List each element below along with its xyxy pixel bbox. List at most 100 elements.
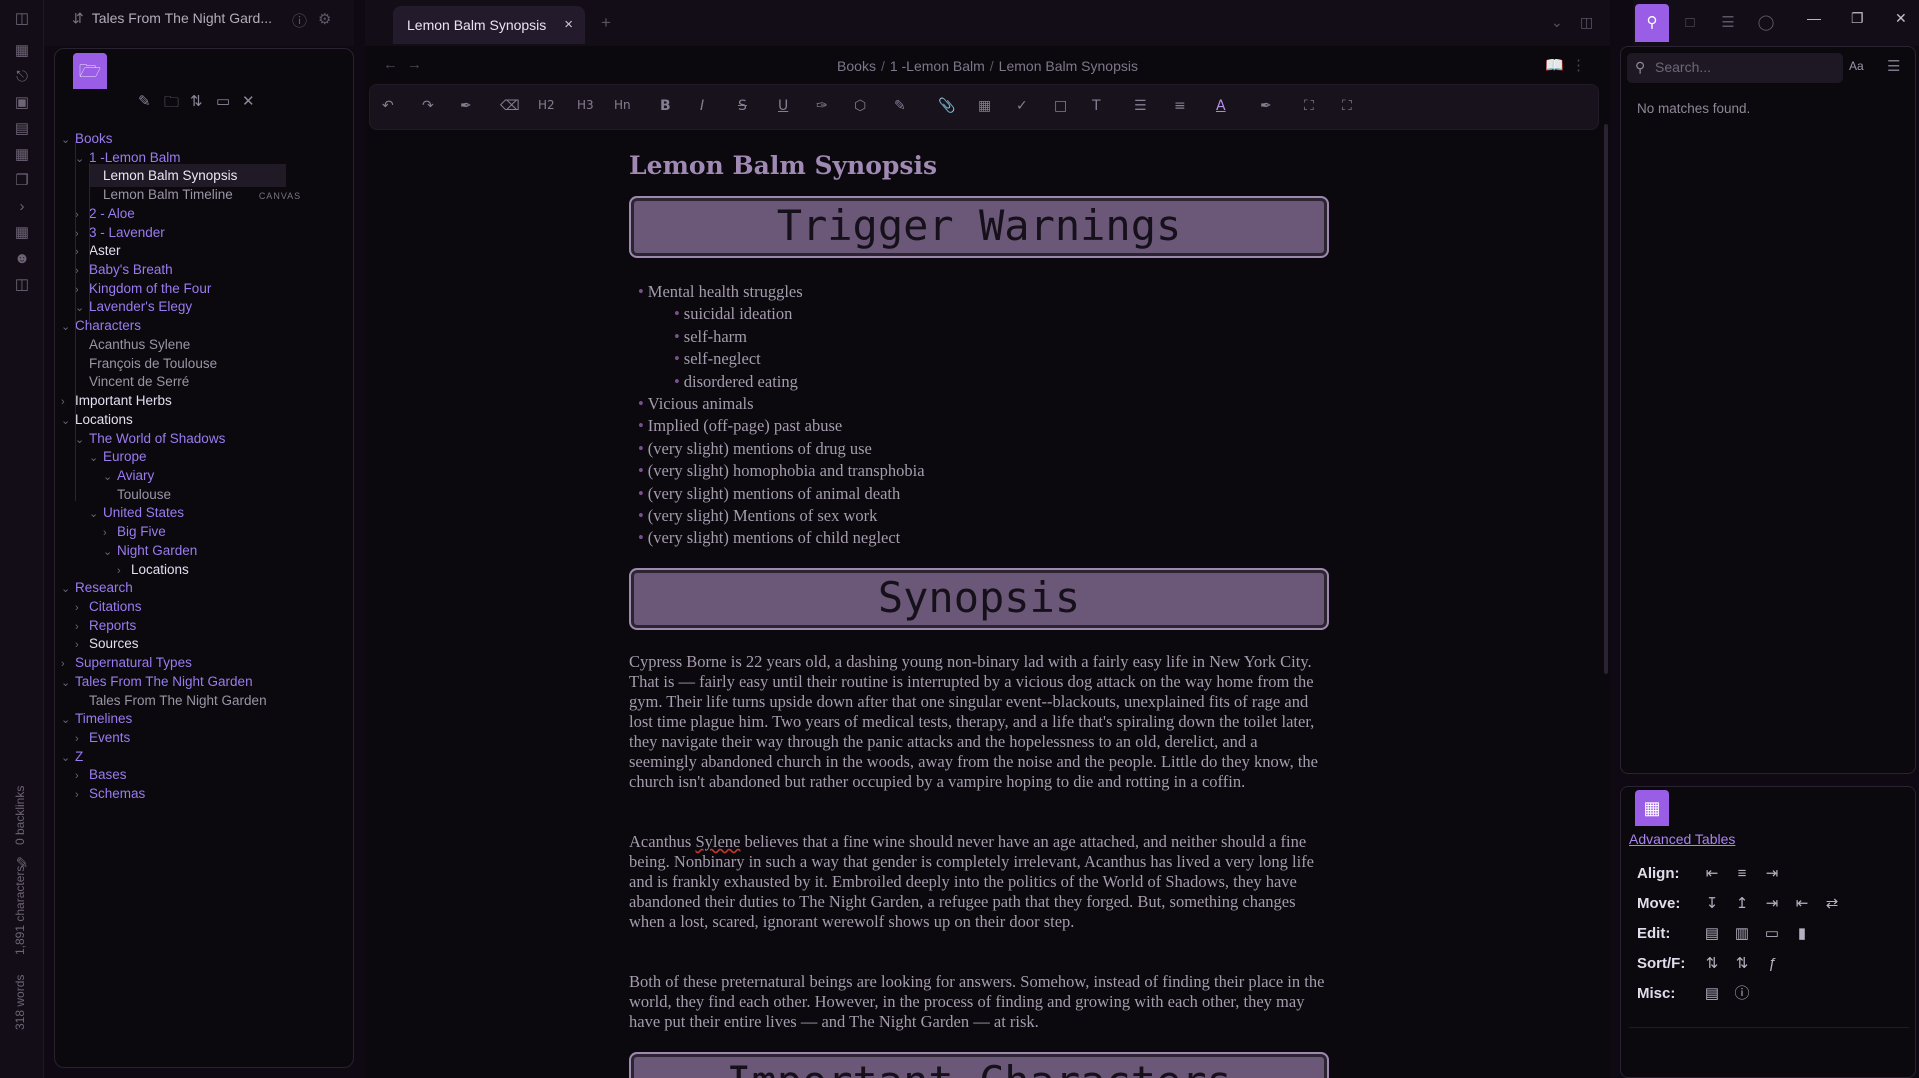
eraser-icon[interactable]: ⌫ — [500, 98, 520, 114]
highlight-pen-icon[interactable]: ✑ — [816, 98, 828, 114]
edit-label: Edit: — [1637, 925, 1671, 942]
window-close-icon[interactable]: ✕ — [1895, 10, 1907, 27]
font-color-button[interactable]: A — [1216, 98, 1226, 114]
move-row-up-icon[interactable]: ↥ — [1731, 893, 1753, 915]
undo-icon[interactable]: ↶ — [382, 98, 394, 114]
editor-scrollbar[interactable] — [1604, 124, 1608, 674]
export-csv-icon[interactable]: ▤ — [1701, 983, 1723, 1005]
table-icon[interactable]: ▦ — [13, 224, 31, 242]
bold-button[interactable]: B — [660, 98, 671, 114]
heading-2-button[interactable]: H2 — [538, 98, 555, 112]
delete-row-icon[interactable]: ▭ — [1761, 923, 1783, 945]
graph-view-icon[interactable]: ⎋ — [13, 68, 31, 86]
tags-icon[interactable]: ◯ — [1749, 4, 1783, 42]
more-options-icon[interactable]: ⋮ — [1571, 56, 1586, 74]
match-case-toggle[interactable]: Aa — [1849, 59, 1864, 73]
background-color-icon[interactable]: ✒ — [1260, 98, 1272, 114]
daily-note-icon[interactable]: ▤ — [13, 120, 31, 138]
heading-3-button[interactable]: H3 — [577, 98, 594, 112]
insert-column-icon[interactable]: ▥ — [1731, 923, 1753, 945]
block-icon[interactable]: ⬡ — [854, 98, 866, 114]
collapse-view-icon[interactable]: ▭ — [216, 92, 230, 110]
tree-folder[interactable]: › Events — [75, 726, 130, 749]
collapse-all-icon[interactable]: ✕ — [242, 92, 255, 110]
folder-icon[interactable]: 🗁 — [73, 53, 107, 89]
search-settings-icon[interactable]: ☰ — [1887, 57, 1900, 75]
callout-icon[interactable]: □ — [1054, 98, 1067, 114]
heading-n-button[interactable]: Hn — [614, 98, 631, 112]
warning-list-item: • self-neglect — [674, 349, 761, 369]
align-right-icon[interactable]: ⇥ — [1761, 863, 1783, 885]
bookmark-icon[interactable]: □ — [1673, 4, 1707, 42]
insert-row-icon[interactable]: ▤ — [1701, 923, 1723, 945]
canvas-icon[interactable]: ▣ — [13, 94, 31, 112]
redo-icon[interactable]: ↷ — [422, 98, 434, 114]
align-icon[interactable]: ≡ — [1174, 98, 1186, 114]
sort-descending-icon[interactable]: ⇅ — [1731, 953, 1753, 975]
close-tab-icon[interactable]: × — [564, 16, 573, 33]
strikethrough-button[interactable]: S — [738, 98, 747, 114]
align-left-icon[interactable]: ⇤ — [1701, 863, 1723, 885]
table-insert-icon[interactable]: ▦ — [978, 98, 991, 114]
edit-note-icon[interactable]: ✎ — [894, 98, 906, 114]
minimize-icon[interactable]: — — [1807, 10, 1821, 26]
sort-ascending-icon[interactable]: ⇅ — [1701, 953, 1723, 975]
delete-column-icon[interactable]: ▮ — [1791, 923, 1813, 945]
move-column-left-icon[interactable]: ⇤ — [1791, 893, 1813, 915]
restore-icon[interactable]: ❐ — [1851, 10, 1864, 27]
tree-label: Europe — [103, 449, 147, 465]
note-title: Lemon Balm Synopsis — [629, 151, 938, 180]
tree-label: 2 - Aloe — [89, 205, 135, 221]
tree-label: Toulouse — [117, 486, 172, 502]
sort-icon[interactable]: ⇅ — [190, 92, 203, 110]
new-folder-icon[interactable]: 🗀 — [164, 92, 179, 117]
templates-icon[interactable]: ❐ — [13, 172, 31, 190]
move-column-right-icon[interactable]: ⇥ — [1761, 893, 1783, 915]
fullscreen-icon[interactable]: ⛶ — [1304, 98, 1314, 114]
transpose-icon[interactable]: ⇄ — [1821, 893, 1843, 915]
format-painter-icon[interactable]: ✒ — [460, 98, 472, 114]
toggle-right-sidebar-icon[interactable]: ◫ — [1580, 14, 1593, 31]
tab-list-chevron-icon[interactable]: ⌄ — [1551, 14, 1563, 31]
text-size-icon[interactable]: T — [1092, 98, 1101, 114]
new-note-icon[interactable]: ✎ — [138, 92, 151, 110]
move-row-down-icon[interactable]: ↧ — [1701, 893, 1723, 915]
tree-folder[interactable]: › Schemas — [75, 782, 145, 805]
search-input[interactable] — [1655, 59, 1825, 75]
attachment-icon[interactable]: 📎 — [938, 98, 955, 114]
terminal-icon[interactable]: › — [13, 198, 31, 216]
word-count: 318 words — [13, 974, 27, 1030]
new-tab-icon[interactable]: + — [601, 13, 611, 33]
list-icon[interactable]: ☰ — [1134, 98, 1147, 114]
backlinks-count[interactable]: 0 backlinks — [13, 786, 27, 845]
advanced-tables-link[interactable]: Advanced Tables — [1629, 831, 1735, 847]
dashboard-icon[interactable]: ▦ — [13, 42, 31, 60]
indent-guide — [89, 163, 90, 325]
search-icon[interactable]: ⚲ — [1635, 4, 1669, 42]
calendar-icon[interactable]: ▦ — [13, 146, 31, 164]
help-icon[interactable]: ⓘ — [1731, 983, 1753, 1005]
breadcrumb-books[interactable]: Books — [837, 58, 876, 74]
tree-label: Bases — [89, 767, 127, 783]
underline-button[interactable]: U — [778, 98, 788, 114]
exit-fullscreen-icon[interactable]: ⛶ — [1342, 98, 1352, 114]
chevron-right-icon: › — [75, 789, 79, 802]
settings-icon[interactable]: ⚙ — [318, 10, 331, 28]
table-icon[interactable]: ▦ — [1635, 790, 1669, 826]
italic-button[interactable]: I — [700, 98, 704, 114]
breadcrumb-lemon-balm[interactable]: 1 -Lemon Balm — [890, 58, 985, 74]
layout-icon[interactable]: ◫ — [13, 276, 31, 294]
toggle-sidebar-icon[interactable]: ◫ — [13, 10, 31, 28]
tree-label: Tales From The Night Garden — [89, 692, 267, 708]
help-icon[interactable]: ⓘ — [292, 10, 307, 31]
checkbox-icon[interactable]: ✓ — [1016, 98, 1028, 114]
formula-icon[interactable]: ƒ — [1761, 953, 1783, 975]
tree-label: Supernatural Types — [75, 655, 192, 671]
align-center-icon[interactable]: ≡ — [1731, 863, 1753, 885]
tab-lemon-balm-synopsis[interactable]: Lemon Balm Synopsis × — [393, 6, 585, 44]
people-icon[interactable]: ☻ — [13, 250, 31, 268]
reading-view-icon[interactable]: 📖 — [1545, 56, 1564, 74]
outline-icon[interactable]: ☰ — [1711, 4, 1745, 42]
align-label: Align: — [1637, 865, 1680, 882]
vault-switcher[interactable]: ⇵ Tales From The Night Gard... — [72, 10, 272, 27]
